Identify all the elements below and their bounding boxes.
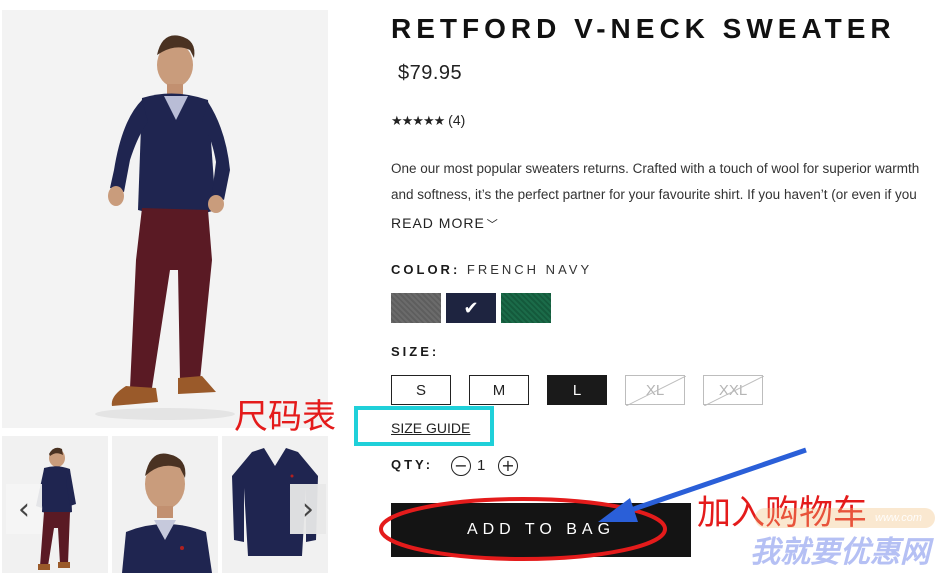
product-price: $79.95 [398,62,463,84]
model-photo [2,10,328,428]
minus-icon: − [454,456,468,475]
gallery-next-button[interactable]: › [290,484,326,534]
selected-color-name: FRENCH NAVY [466,262,593,277]
chevron-down-icon: ﹀ [486,218,499,231]
color-label: COLOR: FRENCH NAVY [391,262,592,277]
product-title: RETFORD V-NECK SWEATER [391,13,896,44]
size-option-l[interactable]: L [547,375,607,405]
review-count[interactable]: (4) [448,112,465,128]
color-heading: COLOR: [391,262,461,277]
product-rating[interactable]: ★★★★★ (4) [391,112,465,129]
checkmark-icon: ✔ [463,297,479,319]
chevron-left-icon: ‹ [18,491,30,527]
read-more-label: READ MORE [391,215,485,231]
size-option-m[interactable]: M [469,375,529,405]
description-line: and softness, it’s the perfect partner f… [391,187,917,202]
size-guide-link[interactable]: SIZE GUIDE [391,420,470,436]
size-label: SIZE: [391,344,440,359]
star-rating-icon: ★★★★★ [391,114,445,129]
size-option-xxl: XXL [703,375,764,406]
qty-increment-button[interactable]: + [498,456,518,476]
thumbnail-image [112,436,218,573]
description-line: One our most popular sweaters returns. C… [391,161,920,176]
size-option-label: XL [645,381,665,399]
qty-value[interactable]: 1 [477,457,485,474]
add-to-bag-button[interactable]: ADD TO BAG [391,503,691,557]
qty-label: QTY: [391,457,434,472]
read-more-link[interactable]: READ MORE ﹀ [391,215,499,232]
plus-icon: + [501,456,515,475]
product-description: One our most popular sweaters returns. C… [391,156,951,212]
watermark-text: 我就要优惠网 [750,535,930,570]
main-product-image[interactable] [2,10,328,428]
chevron-right-icon: › [302,491,314,527]
qty-decrement-button[interactable]: − [451,456,471,476]
size-option-xl: XL [625,375,686,406]
thumbnail-closeup[interactable] [112,436,218,573]
color-swatch-french-navy[interactable]: ✔ [446,293,496,323]
color-swatch-grey[interactable] [391,293,441,323]
size-chart-annotation: 尺码表 [234,397,336,437]
size-option-s[interactable]: S [391,375,451,405]
watermark-badge: www.com [755,508,935,528]
color-swatch-green[interactable] [501,293,551,323]
gallery-prev-button[interactable]: ‹ [6,484,42,534]
thumbnail-strip: ‹ › [2,436,328,573]
size-option-label: XXL [718,381,748,399]
